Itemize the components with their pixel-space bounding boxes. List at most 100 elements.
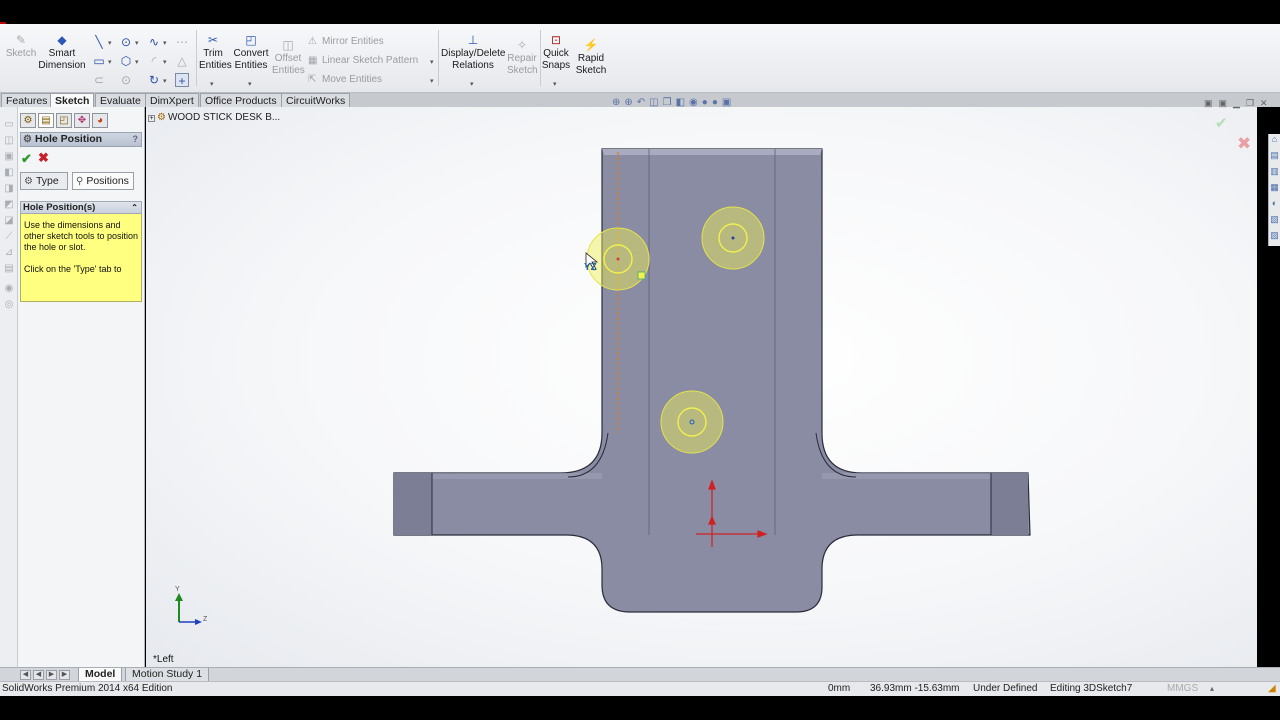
strip-tool-icon[interactable]: ◩ (3, 199, 15, 211)
hole-marker (701, 206, 765, 270)
convert-icon: ◰ (245, 33, 257, 47)
hide-show-items-icon[interactable]: ◉ (689, 97, 702, 108)
design-library-icon[interactable]: ▤ (1269, 150, 1280, 166)
apply-scene-icon[interactable]: ● (712, 97, 722, 108)
tab-sketch[interactable]: Sketch (50, 93, 95, 107)
tab-dimxpert[interactable]: DimXpert (145, 93, 199, 107)
ok-check-button[interactable]: ✔ (21, 151, 32, 167)
convert-entities-button[interactable]: ◰ Convert Entities (231, 33, 271, 72)
close-icon[interactable]: ✕ (1260, 98, 1274, 108)
circle-icon[interactable]: ⊙ (119, 35, 133, 49)
display-delete-relations-button[interactable]: ⊥ Display/Delete Relations (441, 33, 505, 72)
status-units-dropdown-icon[interactable]: ▴ (1210, 682, 1214, 696)
display-style-icon[interactable]: ◧ (676, 97, 689, 108)
tab-evaluate[interactable]: Evaluate (95, 93, 146, 107)
status-definition: Under Defined (973, 683, 1038, 694)
edit-appearance-icon[interactable]: ● (702, 97, 712, 108)
section-view-icon[interactable]: ◫ (649, 97, 662, 108)
point-icon[interactable]: ⊙ (119, 73, 133, 87)
cancel-x-button[interactable]: ✖ (38, 150, 49, 166)
construction-geometry-icon[interactable]: + (175, 73, 189, 88)
quick-snaps-icon: ⊡ (550, 33, 562, 47)
zoom-to-area-icon[interactable]: ⊕ (624, 97, 636, 108)
trim-icon: ✂ (207, 33, 219, 47)
tile-icon[interactable]: ▣ (1204, 98, 1219, 108)
trim-entities-button[interactable]: ✂ Trim Entities (199, 33, 232, 72)
quick-snaps-button[interactable]: ⊡ Quick Snaps (541, 33, 571, 72)
fillet-icon[interactable]: ◜ (147, 54, 161, 68)
repair-sketch-button[interactable]: ✧ Repair Sketch (507, 38, 538, 77)
relations-icon: ⊥ (467, 33, 479, 47)
offset-entities-button[interactable]: ◫ Offset Entities (272, 38, 305, 77)
status-units[interactable]: MMGS (1167, 682, 1198, 696)
status-coordinates: 36.93mm -15.63mm (870, 683, 960, 694)
slot-icon[interactable]: ⊂ (92, 73, 106, 87)
window-title-bar (0, 0, 1280, 24)
last-tab-arrow-icon[interactable]: ▶ (59, 670, 70, 680)
minimize-icon[interactable]: ▁ (1233, 98, 1246, 108)
zoom-to-fit-icon[interactable]: ⊕ (612, 97, 624, 108)
tab-features[interactable]: Features (1, 93, 53, 107)
linear-sketch-pattern-button[interactable]: ▦ Linear Sketch Pattern (308, 55, 418, 66)
restore-icon[interactable]: ❐ (1246, 98, 1260, 108)
tab-circuitworks[interactable]: CircuitWorks (281, 93, 351, 107)
first-tab-arrow-icon[interactable]: ◀ (20, 670, 31, 680)
feature-manager-tab-icon[interactable]: ⚙ (20, 113, 36, 128)
positions-tab[interactable]: ⚲ Positions (72, 172, 134, 190)
arc-icon[interactable]: ↻ (147, 73, 161, 87)
strip-tool-icon[interactable]: ◨ (3, 183, 15, 195)
smart-dimension-button[interactable]: ◆ Smart Dimension (38, 33, 86, 72)
help-button[interactable]: ? (133, 133, 139, 146)
prev-tab-arrow-icon[interactable]: ◀ (33, 670, 44, 680)
model-tab[interactable]: Model (78, 668, 123, 682)
display-manager-tab-icon[interactable]: ◕ (92, 113, 108, 128)
strip-tool-icon[interactable]: ◫ (3, 135, 15, 147)
polygon-icon[interactable]: ⬡ (119, 54, 133, 68)
strip-tool-icon[interactable]: ⟋ (3, 231, 15, 243)
hole-positions-group-title[interactable]: Hole Position(s) ⌃ (20, 201, 142, 214)
status-bar: SolidWorks Premium 2014 x64 Edition 0mm … (0, 681, 1280, 696)
move-entities-button[interactable]: ⇱ Move Entities (308, 74, 382, 85)
confirmation-accept-icon[interactable]: ✔ (1215, 114, 1228, 132)
strip-tool-icon[interactable]: ⊿ (3, 247, 15, 259)
strip-tool-icon[interactable]: ▤ (3, 263, 15, 275)
spline-icon[interactable]: ∿ (147, 35, 161, 49)
appearances-icon[interactable]: ◐ (1269, 198, 1280, 214)
next-tab-arrow-icon[interactable]: ▶ (46, 670, 57, 680)
view-settings-icon[interactable]: ▣ (722, 97, 735, 108)
tab-office-products[interactable]: Office Products (200, 93, 282, 107)
plane-icon[interactable]: △ (175, 54, 189, 68)
strip-tool-icon[interactable]: ◪ (3, 215, 15, 227)
rapid-sketch-button[interactable]: ⚡ Rapid Sketch (575, 38, 607, 77)
status-notification-icon[interactable]: ◢ (1268, 682, 1276, 696)
rectangle-icon[interactable]: ▭ (92, 54, 106, 68)
line-icon[interactable]: ╲ (92, 35, 106, 49)
graphics-area[interactable]: +⚙WOOD STICK DESK B... ⊕ (146, 107, 1257, 667)
resources-icon[interactable]: ⌂ (1269, 134, 1280, 150)
status-editing: Editing 3DSketch7 (1050, 683, 1133, 694)
configuration-manager-tab-icon[interactable]: ◰ (56, 113, 72, 128)
strip-tool-icon[interactable]: ◧ (3, 167, 15, 179)
text-icon[interactable]: ⋯ (175, 35, 189, 49)
message-line-2: Click on the 'Type' tab to (24, 264, 122, 274)
view-orientation-icon[interactable]: ❒ (663, 97, 676, 108)
strip-tool-icon[interactable]: ◎ (3, 299, 15, 311)
property-manager-tab-icon[interactable]: ▤ (38, 113, 54, 128)
tile-icon[interactable]: ▣ (1219, 98, 1234, 108)
previous-view-icon[interactable]: ↶ (637, 97, 649, 108)
strip-tool-icon[interactable]: ◉ (3, 283, 15, 295)
type-tab[interactable]: ⚙ Type (20, 172, 68, 190)
forum-icon[interactable]: ▨ (1269, 230, 1280, 246)
file-explorer-icon[interactable]: ▥ (1269, 166, 1280, 182)
dimxpert-manager-tab-icon[interactable]: ✥ (74, 113, 90, 128)
mirror-entities-button[interactable]: ⚠ Mirror Entities (308, 36, 384, 47)
strip-tool-icon[interactable]: ▭ (3, 119, 15, 131)
sketch-button[interactable]: ✎ Sketch (4, 33, 38, 60)
view-palette-icon[interactable]: ▦ (1269, 182, 1280, 198)
motion-study-tab[interactable]: Motion Study 1 (125, 668, 210, 682)
sketch-tools-strip: ▭ ◫ ▣ ◧ ◨ ◩ ◪ ⟋ ⊿ ▤ ◉ ◎ (0, 107, 18, 667)
custom-properties-icon[interactable]: ▧ (1269, 214, 1280, 230)
confirmation-cancel-icon[interactable]: ✖ (1237, 134, 1251, 154)
strip-tool-icon[interactable]: ▣ (3, 151, 15, 163)
collapse-icon[interactable]: ⌃ (131, 202, 138, 213)
